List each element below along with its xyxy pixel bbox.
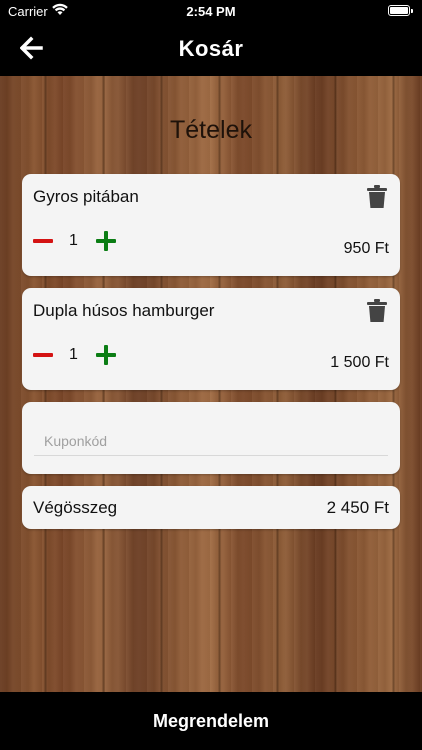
- trash-icon[interactable]: [367, 185, 387, 209]
- total-card: Végösszeg 2 450 Ft: [22, 486, 400, 529]
- item-price: 1 500 Ft: [330, 354, 389, 371]
- status-bar: Carrier 2:54 PM: [0, 0, 422, 22]
- item-quantity: 1: [69, 232, 78, 249]
- order-button[interactable]: Megrendelem: [0, 692, 422, 750]
- coupon-card: [22, 402, 400, 474]
- decrease-quantity-button[interactable]: [32, 344, 54, 366]
- increase-quantity-button[interactable]: [95, 230, 117, 252]
- section-title: Tételek: [170, 116, 252, 144]
- cart-item: Gyros pitában 1 950 Ft: [22, 174, 400, 276]
- item-price: 950 Ft: [343, 240, 389, 257]
- navigation-bar: Kosár: [0, 22, 422, 76]
- item-quantity: 1: [69, 346, 78, 363]
- coupon-input[interactable]: [34, 426, 388, 456]
- item-name: Gyros pitában: [33, 187, 139, 206]
- page-title: Kosár: [178, 36, 244, 61]
- cart-item: Dupla húsos hamburger 1 1 500 Ft: [22, 288, 400, 390]
- battery-icon: [388, 5, 410, 16]
- decrease-quantity-button[interactable]: [32, 230, 54, 252]
- total-label: Végösszeg: [33, 498, 118, 517]
- total-value: 2 450 Ft: [326, 498, 389, 517]
- order-button-label: Megrendelem: [152, 711, 270, 731]
- clock: 2:54 PM: [186, 4, 236, 19]
- battery-tip: [411, 9, 413, 13]
- trash-icon[interactable]: [367, 299, 387, 323]
- increase-quantity-button[interactable]: [95, 344, 117, 366]
- item-name: Dupla húsos hamburger: [33, 301, 215, 320]
